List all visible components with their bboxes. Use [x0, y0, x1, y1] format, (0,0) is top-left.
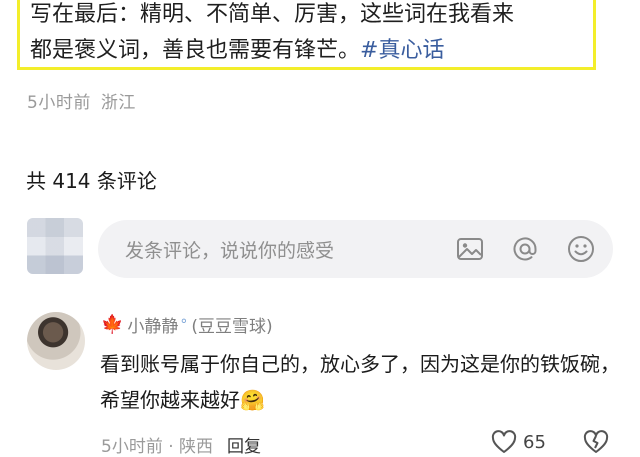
like-count: 65: [523, 431, 546, 453]
comment-text: 看到账号属于你自己的，放心多了，因为这是你的铁饭碗，希望你越来越好🤗: [100, 346, 620, 418]
emoji-icon[interactable]: [566, 234, 596, 264]
post-meta: 5小时前 浙江: [27, 88, 136, 113]
like-button[interactable]: 65: [491, 430, 546, 454]
comment-count-heading: 共 414 条评论: [26, 169, 157, 193]
post-text-highlight: 写在最后：精明、不简单、厉害，这些词在我看来 都是褒义词，善良也需要有锋芒。#真…: [17, 0, 596, 70]
commenter-avatar[interactable]: [27, 312, 85, 370]
mention-icon[interactable]: [510, 234, 540, 264]
post-text-line2-prefix: 都是褒义词，善良也需要有锋芒。: [30, 38, 361, 63]
comment-body-text: 看到账号属于你自己的，放心多了，因为这是你的铁饭碗，希望你越来越好: [100, 352, 620, 412]
heart-icon[interactable]: [491, 430, 517, 454]
current-user-avatar[interactable]: [27, 218, 83, 274]
post-text-line1: 写在最后：精明、不简单、厉害，这些词在我看来: [30, 2, 515, 27]
post-hashtag-link[interactable]: #真心话: [360, 38, 444, 63]
reply-button[interactable]: 回复: [227, 437, 261, 457]
image-icon[interactable]: [455, 234, 485, 264]
post-text-line2: 都是褒义词，善良也需要有锋芒。#真心话: [30, 33, 583, 67]
commenter-name[interactable]: 小静静: [127, 312, 178, 337]
post-location: 浙江: [100, 93, 136, 113]
comment-input[interactable]: 发条评论，说说你的感受: [98, 220, 613, 278]
comment-footer: 5小时前 · 陕西 回复: [101, 432, 261, 457]
comment-input-placeholder: 发条评论，说说你的感受: [125, 240, 335, 262]
maple-leaf-icon: 🍁: [101, 314, 124, 335]
bubble-icon: °: [180, 316, 188, 333]
post-time: 5小时前: [27, 93, 91, 113]
commenter-note: (豆豆雪球): [191, 317, 273, 337]
broken-heart-icon[interactable]: [583, 430, 609, 454]
comment-time-location: 5小时前 · 陕西: [101, 437, 214, 457]
commenter-name-row[interactable]: 🍁 小静静 ° (豆豆雪球): [101, 312, 273, 337]
hug-emoji-icon: 🤗: [240, 388, 265, 412]
